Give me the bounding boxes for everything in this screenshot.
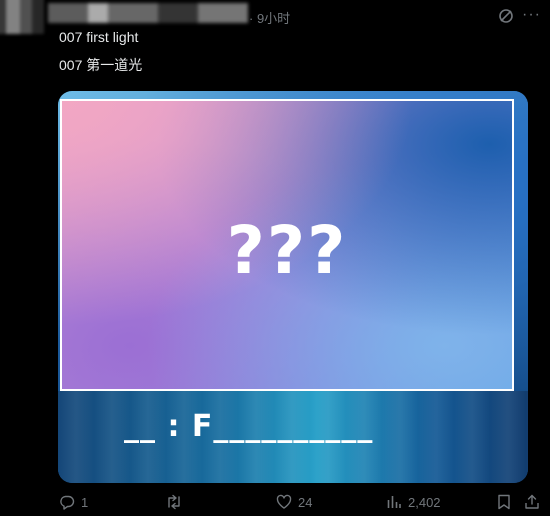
- timestamp[interactable]: · 9小时: [249, 8, 290, 27]
- answer-template: __ : F__________: [124, 409, 374, 444]
- retweet-icon: [165, 494, 183, 510]
- view-count: 2,402: [408, 494, 441, 510]
- grok-icon[interactable]: [498, 8, 514, 24]
- like-count: 24: [298, 494, 313, 510]
- puzzle-question-marks: ???: [226, 211, 348, 289]
- more-icon[interactable]: ···: [522, 6, 541, 24]
- tweet-media-image[interactable]: ??? __ : F__________: [58, 91, 528, 483]
- retweet-button[interactable]: [165, 494, 189, 510]
- like-icon: [276, 494, 292, 510]
- puzzle-panel: ???: [60, 99, 514, 391]
- like-button[interactable]: 24: [276, 494, 312, 510]
- share-icon: [524, 494, 540, 510]
- tweet-text-line-2: 007 第一道光: [59, 57, 143, 73]
- views-icon: [386, 494, 402, 510]
- reply-count: 1: [81, 494, 89, 510]
- tweet-actions: 1 24 2,402: [0, 490, 550, 516]
- share-button[interactable]: [524, 494, 540, 510]
- avatar[interactable]: [0, 0, 44, 34]
- views-button[interactable]: 2,402: [386, 494, 441, 510]
- answer-bar: __ : F__________: [58, 391, 528, 483]
- reply-icon: [59, 494, 75, 510]
- tweet-header: · 9小时 ···: [0, 0, 550, 34]
- tweet-text-line-1: 007 first light: [59, 29, 139, 45]
- author-name-blurred[interactable]: [48, 3, 248, 23]
- reply-button[interactable]: 1: [59, 494, 88, 510]
- bookmark-icon: [497, 494, 511, 510]
- bookmark-button[interactable]: [497, 494, 511, 510]
